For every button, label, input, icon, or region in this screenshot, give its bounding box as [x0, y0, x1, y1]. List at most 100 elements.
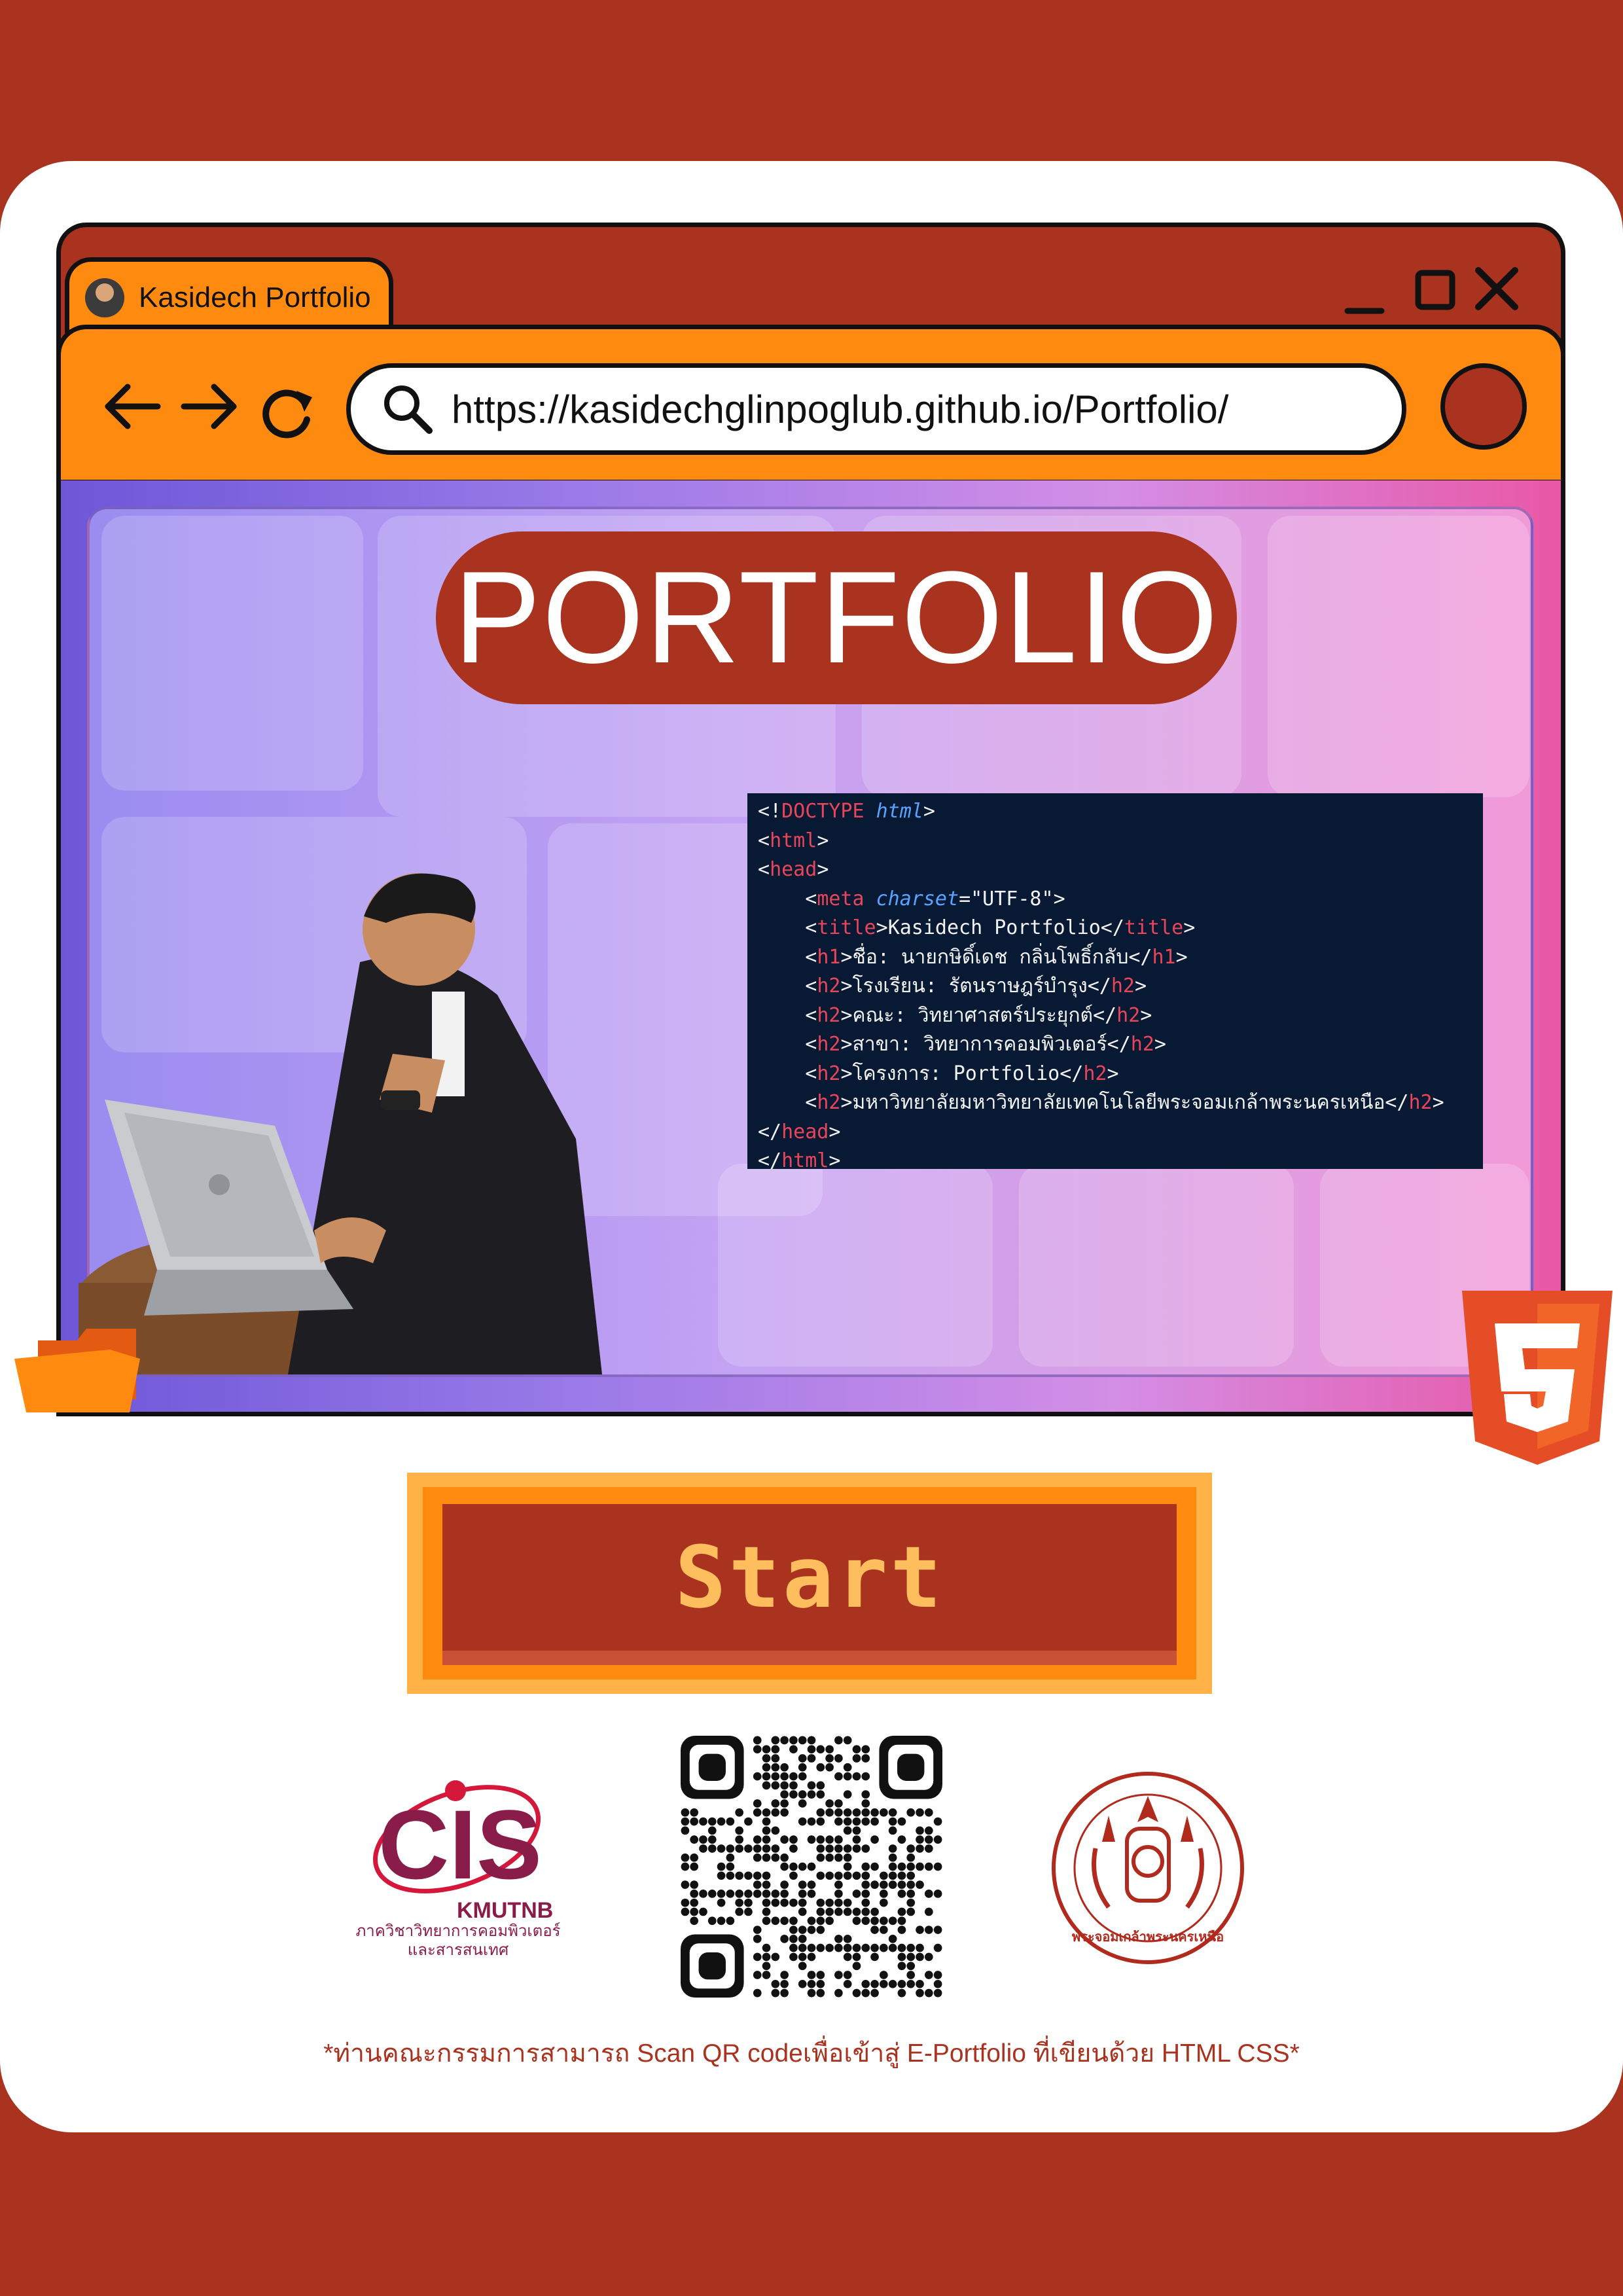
qr-module	[861, 1898, 870, 1907]
qr-module	[897, 1871, 906, 1880]
qr-module	[717, 1890, 726, 1898]
browser-tab[interactable]: Kasidech Portfolio	[65, 257, 393, 333]
qr-module	[717, 1916, 726, 1926]
qr-module	[816, 1790, 825, 1799]
qr-module	[825, 1907, 834, 1916]
qr-module	[762, 1880, 771, 1889]
qr-module	[852, 1890, 861, 1898]
qr-module	[816, 1898, 825, 1907]
qr-module	[933, 1979, 942, 1988]
qr-module	[726, 1890, 735, 1898]
qr-module	[762, 1971, 771, 1979]
qr-module	[789, 1745, 798, 1754]
qr-finder-pattern	[897, 1753, 925, 1781]
qr-module	[753, 1844, 762, 1853]
qr-module	[762, 1808, 771, 1817]
qr-module	[816, 1853, 825, 1862]
reload-icon[interactable]	[259, 383, 317, 444]
qr-module	[843, 1844, 852, 1853]
qr-module	[888, 1817, 897, 1826]
qr-module	[762, 1826, 771, 1835]
qr-module	[726, 1916, 735, 1926]
qr-module	[762, 1772, 771, 1781]
tab-title: Kasidech Portfolio	[139, 281, 371, 314]
back-arrow-icon[interactable]	[101, 380, 164, 435]
qr-module	[906, 1979, 916, 1988]
qr-module	[852, 1817, 861, 1826]
qr-module	[699, 1844, 707, 1853]
qr-module	[897, 1835, 906, 1844]
qr-module	[916, 1952, 924, 1962]
qr-module	[699, 1890, 707, 1898]
qr-module	[771, 1890, 780, 1898]
code-line: <h2>โครงการ: Portfolio</h2>	[805, 1062, 1119, 1085]
qr-module	[744, 1871, 753, 1880]
qr-module	[717, 1844, 726, 1853]
qr-module	[888, 1844, 897, 1853]
forward-arrow-icon[interactable]	[177, 380, 240, 435]
portfolio-title-pill: PORTFOLIO	[436, 531, 1237, 704]
qr-module	[852, 1962, 861, 1971]
qr-module	[789, 1835, 798, 1844]
qr-module	[690, 1898, 699, 1907]
qr-module	[807, 1916, 816, 1926]
qr-module	[843, 1871, 852, 1880]
qr-module	[789, 1916, 798, 1926]
qr-module	[816, 1871, 825, 1880]
qr-module	[762, 1745, 771, 1754]
qr-module	[681, 1907, 690, 1916]
qr-module	[816, 1745, 825, 1754]
qr-module	[852, 1808, 861, 1817]
maximize-icon[interactable]	[1413, 261, 1459, 320]
qr-module	[771, 1853, 780, 1862]
kmutnb-seal-logo: พระจอมเกล้าพระนครเหนือ	[1050, 1770, 1246, 1966]
qr-module	[798, 1979, 807, 1988]
qr-module	[771, 1736, 780, 1745]
qr-module	[807, 1817, 816, 1826]
qr-module	[807, 1835, 816, 1844]
qr-module	[888, 1935, 897, 1943]
qr-module	[699, 1817, 707, 1826]
qr-module	[834, 1935, 843, 1943]
qr-module	[690, 1817, 699, 1826]
qr-module	[780, 1772, 789, 1781]
start-button[interactable]: Start	[442, 1504, 1177, 1665]
qr-module	[834, 1808, 843, 1817]
qr-module	[924, 1835, 933, 1844]
minimize-icon[interactable]	[1344, 261, 1385, 320]
address-bar[interactable]: https://kasidechglinpoglub.github.io/Por…	[346, 363, 1406, 455]
qr-module	[780, 1835, 789, 1844]
qr-module	[825, 1754, 834, 1763]
qr-module	[807, 1781, 816, 1790]
start-button-frame: Start	[407, 1473, 1212, 1694]
qr-module	[834, 1853, 843, 1862]
qr-module	[834, 1835, 843, 1844]
qr-module	[897, 1988, 906, 1998]
qr-module	[825, 1808, 834, 1817]
browser-toolbar: https://kasidechglinpoglub.github.io/Por…	[56, 325, 1565, 484]
qr-module	[789, 1935, 798, 1943]
qr-module	[780, 1799, 789, 1808]
qr-module	[906, 1962, 916, 1971]
qr-module	[843, 1907, 852, 1916]
footer-note: *ท่านคณะกรรมการสามารถ Scan QR codeเพื่อเ…	[323, 2039, 1300, 2068]
qr-module	[897, 1890, 906, 1898]
qr-module	[771, 1745, 780, 1754]
qr-module	[707, 1844, 717, 1853]
qr-module	[807, 1926, 816, 1934]
code-line: <h2>คณะ: วิทยาศาสตร์ประยุกต์</h2>	[805, 1003, 1152, 1027]
qr-code[interactable]	[681, 1736, 942, 1998]
qr-module	[753, 1772, 762, 1781]
qr-module	[789, 1736, 798, 1745]
qr-module	[726, 1817, 735, 1826]
qr-module	[753, 1952, 762, 1962]
qr-module	[681, 1826, 690, 1835]
qr-module	[789, 1898, 798, 1907]
qr-module	[707, 1835, 717, 1844]
qr-module	[861, 1979, 870, 1988]
close-icon[interactable]	[1472, 261, 1522, 320]
qr-module	[880, 1979, 888, 1988]
qr-module	[753, 1871, 762, 1880]
editor-screenshot	[718, 1164, 993, 1367]
profile-button[interactable]	[1440, 363, 1527, 450]
